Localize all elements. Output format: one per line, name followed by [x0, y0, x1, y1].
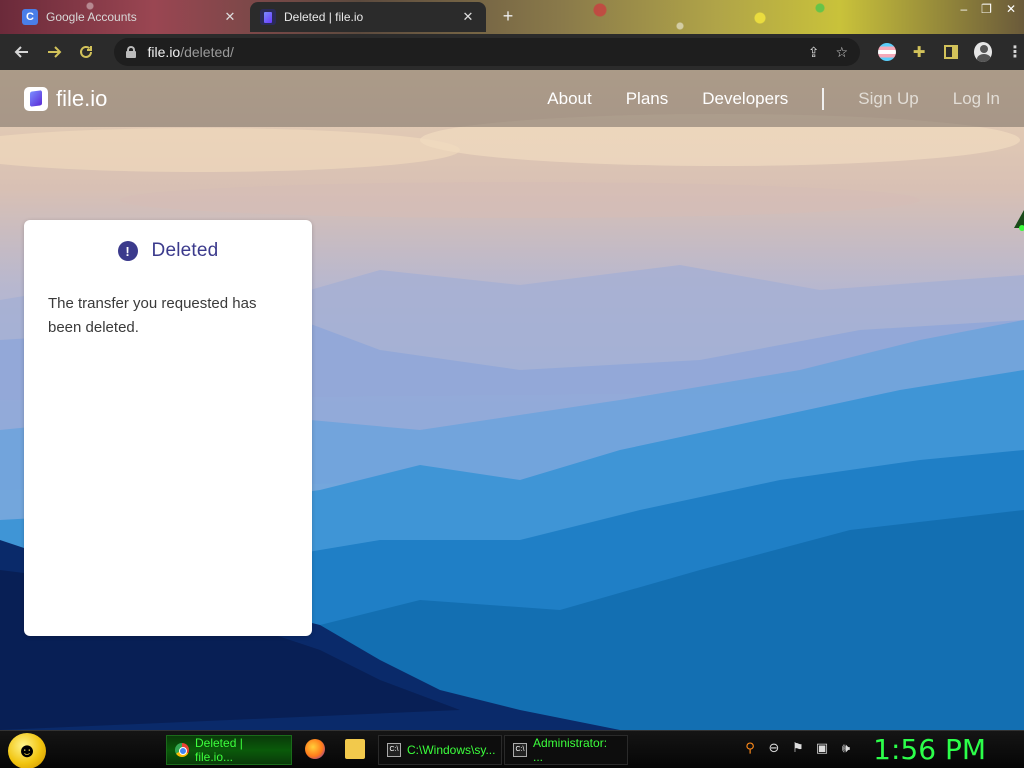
restore-button[interactable]: ❐ [981, 2, 992, 16]
reload-button[interactable] [70, 36, 102, 68]
logo-text: file.io [56, 85, 108, 111]
edge-peek-icon [1014, 210, 1024, 231]
action-center-flag-icon[interactable]: ⚑ [790, 740, 806, 756]
fileio-favicon-icon [260, 9, 276, 25]
taskbar-button-chrome[interactable]: Deleted | file.io... [166, 735, 292, 765]
menu-kebab-icon[interactable]: ⋮ [1006, 43, 1024, 61]
card-title: Deleted [151, 240, 219, 261]
deleted-card: ! Deleted The transfer you requested has… [24, 220, 312, 636]
volume-icon[interactable]: 🕪 [838, 740, 854, 756]
window-controls: – ❐ ✕ [960, 2, 1016, 16]
share-icon[interactable]: ⇪ [808, 44, 820, 61]
close-icon[interactable]: ✕ [222, 9, 238, 25]
lock-icon[interactable] [125, 46, 136, 58]
chrome-icon [175, 743, 189, 757]
card-header: ! Deleted [24, 240, 312, 262]
bookmark-star-icon[interactable]: ☆ [835, 44, 848, 61]
taskbar-button-cmd[interactable]: C:\ C:\Windows\sy... [378, 735, 502, 765]
extensions-puzzle-icon[interactable]: ✚ [910, 43, 928, 61]
minimize-button[interactable]: – [960, 2, 967, 16]
fileio-logo-icon [24, 86, 48, 111]
browser-tab-strip: C Google Accounts ✕ Deleted | file.io ✕ … [0, 0, 1024, 34]
site-header: file.io About Plans Developers Sign Up L… [0, 70, 1024, 127]
card-message: The transfer you requested has been dele… [48, 295, 257, 336]
browser-toolbar: file.io/deleted/ ⇪ ☆ ✚ ⋮ [0, 34, 1024, 70]
back-button[interactable] [6, 36, 38, 68]
tab-title: Deleted | file.io [284, 10, 364, 24]
url-path: /deleted/ [180, 44, 234, 60]
url-host: file.io [147, 44, 181, 60]
system-tray: ⚲ ⊖ ⚑ ▣ 🕪 [742, 740, 854, 756]
forward-button[interactable] [38, 36, 70, 68]
os-taskbar: ☻ Deleted | file.io... C:\ C:\Windows\sy… [0, 730, 1024, 768]
taskbar-button-label: Deleted | file.io... [195, 736, 243, 764]
firefox-icon[interactable] [305, 739, 325, 759]
cmd-icon: C:\ [513, 743, 527, 757]
google-accounts-favicon-icon: C [22, 9, 38, 25]
site-nav: About Plans Developers Sign Up Log In [513, 87, 1000, 110]
nav-about-link[interactable]: About [547, 89, 591, 109]
start-button-smiley-icon[interactable]: ☻ [8, 733, 46, 768]
site-logo[interactable]: file.io [24, 86, 107, 112]
reload-icon [79, 45, 92, 58]
extension-flag-icon[interactable] [878, 43, 896, 61]
search-icon[interactable]: ⚲ [742, 740, 758, 756]
taskbar-button-admin-cmd[interactable]: C:\ Administrator: ... [504, 735, 628, 765]
nav-divider [822, 87, 825, 110]
alert-exclamation-icon: ! [117, 241, 138, 261]
taskbar-button-label: C:\Windows\sy... [407, 743, 496, 757]
taskbar-button-label: Administrator: ... [533, 736, 608, 764]
address-bar[interactable]: file.io/deleted/ ⇪ ☆ [113, 38, 860, 66]
arrow-left-icon [14, 46, 28, 58]
nav-log-in-link[interactable]: Log In [953, 89, 1000, 109]
tab-deleted-fileio[interactable]: Deleted | file.io ✕ [250, 2, 486, 32]
close-window-button[interactable]: ✕ [1006, 2, 1016, 16]
tab-google-accounts[interactable]: C Google Accounts ✕ [12, 2, 248, 32]
status-circle-icon[interactable]: ⊖ [766, 740, 782, 756]
page-viewport: file.io About Plans Developers Sign Up L… [0, 70, 1024, 730]
taskbar-clock[interactable]: 1:56 PM [873, 733, 986, 766]
nav-sign-up-link[interactable]: Sign Up [858, 89, 918, 109]
tab-title: Google Accounts [46, 10, 137, 24]
new-tab-button[interactable]: + [498, 6, 518, 26]
profile-avatar-icon[interactable] [974, 42, 992, 62]
close-icon[interactable]: ✕ [460, 9, 476, 25]
nav-developers-link[interactable]: Developers [702, 89, 788, 109]
nav-plans-link[interactable]: Plans [626, 89, 669, 109]
arrow-right-icon [47, 46, 62, 58]
folder-icon[interactable] [345, 739, 365, 759]
side-panel-icon[interactable] [942, 43, 960, 61]
cmd-icon: C:\ [387, 743, 401, 757]
network-icon[interactable]: ▣ [814, 740, 830, 756]
